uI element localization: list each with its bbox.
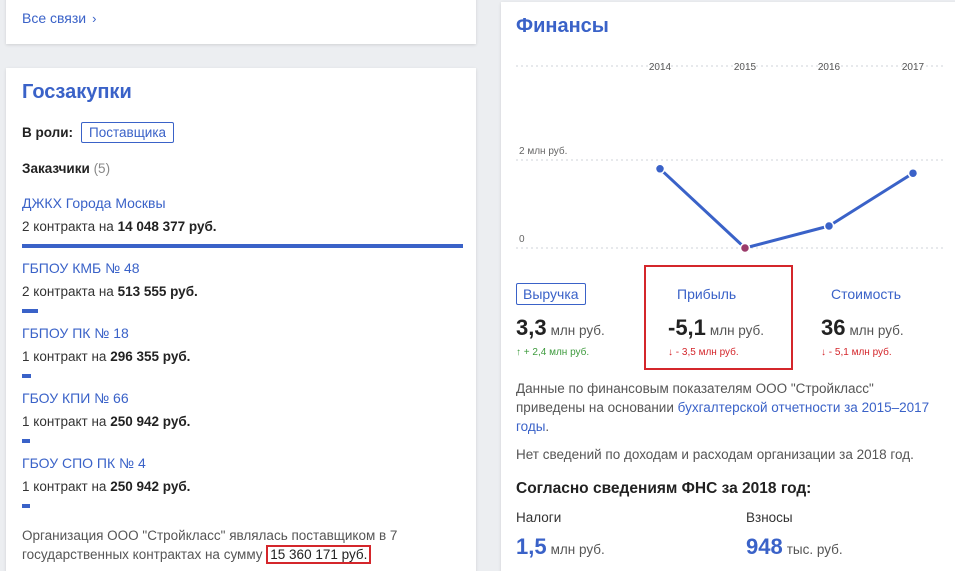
fees-block: Взносы 948 тыс. руб. (746, 510, 843, 560)
kpi-value: 36 (821, 315, 846, 340)
data-point (907, 167, 919, 179)
all-links-label: Все связи (22, 10, 87, 26)
contracts-amount: 14 048 377 руб. (117, 219, 217, 234)
data-point (739, 242, 751, 254)
arrow-down-icon: ↓ (821, 347, 826, 358)
customer-share-bar (22, 309, 39, 313)
customer-link[interactable]: ГБПОУ ПК № 18 (22, 325, 463, 341)
role-supplier-button[interactable]: Поставщика (81, 122, 175, 143)
kpi-value-row: 36 млн руб. (821, 315, 911, 341)
finance-note-end: . (545, 419, 550, 434)
customer-share-bar (22, 244, 463, 248)
taxes-label: Налоги (516, 510, 562, 525)
chevron-right-icon: › (92, 11, 97, 26)
kpi-delta: ↑ + 2,4 млн руб. (516, 347, 605, 358)
series-line (658, 167, 914, 250)
arrow-up-icon: ↑ (516, 347, 521, 358)
contracts-count: 1 контракт на (22, 479, 107, 494)
tab-cost[interactable]: Стоимость (821, 283, 911, 305)
customer-contracts: 1 контракт на 296 355 руб. (22, 349, 463, 364)
kpi-delta-text: + 2,4 млн руб. (523, 347, 590, 358)
tab-revenue[interactable]: Выручка (516, 283, 586, 305)
goszakupki-card: Госзакупки В роли: Поставщика Заказчики … (6, 68, 476, 571)
customer-item: ГБОУ КПИ № 66 1 контракт на 250 942 руб. (22, 390, 463, 443)
fees-label: Взносы (746, 510, 793, 525)
contracts-amount: 250 942 руб. (110, 414, 191, 429)
taxes-block: Налоги 1,5 млн руб. (516, 510, 605, 560)
fees-unit: тыс. руб. (786, 542, 843, 557)
customer-item: ДЖКХ Города Москвы 2 контракта на 14 048… (22, 195, 463, 248)
goszakupki-title: Госзакупки (22, 81, 132, 103)
contracts-count: 1 контракт на (22, 349, 107, 364)
data-point (823, 220, 835, 232)
customer-contracts: 1 контракт на 250 942 руб. (22, 414, 463, 429)
customer-item: ГБПОУ КМБ № 48 2 контракта на 513 555 ру… (22, 260, 463, 313)
customer-link[interactable]: ДЖКХ Города Москвы (22, 195, 463, 211)
customer-link[interactable]: ГБПОУ КМБ № 48 (22, 260, 463, 276)
profit-highlight-box (644, 265, 793, 370)
customer-item: ГБОУ СПО ПК № 4 1 контракт на 250 942 ру… (22, 455, 463, 508)
customer-item: ГБПОУ ПК № 18 1 контракт на 296 355 руб. (22, 325, 463, 378)
customers-count: (5) (93, 161, 111, 176)
customer-link[interactable]: ГБОУ КПИ № 66 (22, 390, 463, 406)
finance-chart: 0 2 млн руб. 2014 2015 2016 2017 (516, 62, 946, 254)
taxes-unit: млн руб. (550, 542, 605, 557)
kpi-value-cost: Стоимость 36 млн руб. ↓ - 5,1 млн руб. (821, 283, 911, 358)
all-links-link[interactable]: Все связи › (22, 10, 96, 26)
y-tick-label: 0 (519, 234, 525, 245)
data-point (654, 163, 666, 175)
kpi-delta: ↓ - 5,1 млн руб. (821, 347, 911, 358)
kpi-unit: млн руб. (849, 323, 904, 338)
finance-card: 0 2 млн руб. 2014 2015 2016 2017 Финансы Выру… (501, 2, 955, 571)
x-tick-label: 2017 (902, 62, 925, 73)
links-card: Все связи › (6, 0, 476, 44)
x-tick-label: 2015 (734, 62, 757, 73)
contracts-count: 2 контракта на (22, 219, 114, 234)
customer-share-bar (22, 504, 30, 508)
customer-contracts: 2 контракта на 513 555 руб. (22, 284, 463, 299)
kpi-value: 3,3 (516, 315, 547, 340)
finance-note: Данные по финансовым показателям ООО "Ст… (516, 379, 946, 436)
kpi-value-row: 3,3 млн руб. (516, 315, 605, 341)
role-label: В роли: (22, 125, 74, 140)
customer-share-bar (22, 439, 30, 443)
kpi-revenue: Выручка 3,3 млн руб. ↑ + 2,4 млн руб. (516, 283, 605, 358)
x-tick-label: 2014 (649, 62, 672, 73)
contracts-amount: 513 555 руб. (117, 284, 198, 299)
fns-heading: Согласно сведениям ФНС за 2018 год: (516, 480, 812, 497)
goszakupki-summary: Организация ООО "Стройкласс" являлась по… (22, 526, 462, 564)
customer-contracts: 1 контракт на 250 942 руб. (22, 479, 463, 494)
fees-value: 948 (746, 534, 783, 559)
customer-contracts: 2 контракта на 14 048 377 руб. (22, 219, 463, 234)
customer-share-bar (22, 374, 32, 378)
finance-title: Финансы (516, 15, 609, 37)
contracts-count: 2 контракта на (22, 284, 114, 299)
kpi-delta-text: - 5,1 млн руб. (828, 347, 892, 358)
role-row: В роли: Поставщика (22, 122, 175, 143)
y-tick-label: 2 млн руб. (519, 145, 567, 157)
taxes-value-row: 1,5 млн руб. (516, 534, 605, 560)
summary-sum-highlight: 15 360 171 руб. (266, 545, 372, 564)
fees-value-row: 948 тыс. руб. (746, 534, 843, 560)
contracts-amount: 296 355 руб. (110, 349, 191, 364)
customers-label: Заказчики (22, 161, 90, 176)
taxes-value: 1,5 (516, 534, 547, 559)
contracts-count: 1 контракт на (22, 414, 107, 429)
kpi-unit: млн руб. (550, 323, 605, 338)
finance-nodata-text: Нет сведений по доходам и расходам орган… (516, 447, 914, 462)
x-tick-label: 2016 (818, 62, 841, 73)
contracts-amount: 250 942 руб. (110, 479, 191, 494)
customer-link[interactable]: ГБОУ СПО ПК № 4 (22, 455, 463, 471)
customers-heading: Заказчики (5) (22, 161, 110, 176)
